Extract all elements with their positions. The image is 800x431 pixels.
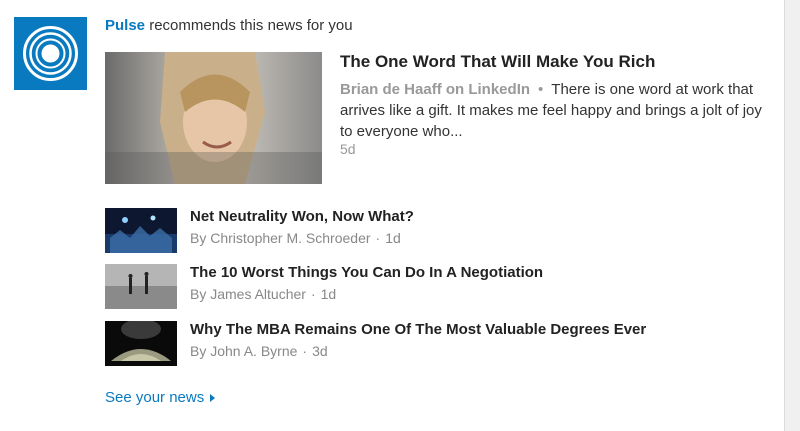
- article-age: 1d: [320, 286, 337, 302]
- meta-separator: ·: [302, 343, 308, 359]
- caret-right-icon: [210, 394, 216, 403]
- article-author[interactable]: By John A. Byrne: [190, 343, 297, 359]
- see-your-news-label[interactable]: See your news: [105, 389, 204, 406]
- list-item[interactable]: Why The MBA Remains One Of The Most Valu…: [105, 321, 765, 369]
- recommendation-header: Pulse recommends this news for you: [105, 17, 353, 34]
- article-title[interactable]: The 10 Worst Things You Can Do In A Nego…: [190, 264, 543, 281]
- featured-article-summary: Brian de Haaff on LinkedIn • There is one …: [340, 79, 770, 142]
- featured-article-image[interactable]: [105, 52, 322, 184]
- header-text: recommends this news for you: [149, 17, 353, 34]
- pulse-link[interactable]: Pulse: [105, 17, 145, 34]
- news-card: Pulse recommends this news for you The O…: [0, 0, 785, 431]
- separator-dot: •: [538, 81, 544, 98]
- article-title[interactable]: Net Neutrality Won, Now What?: [190, 208, 414, 225]
- article-meta: By John A. Byrne · 3d: [190, 343, 328, 359]
- pulse-logo-icon[interactable]: [14, 17, 87, 90]
- list-item[interactable]: Net Neutrality Won, Now What? By Christo…: [105, 208, 765, 256]
- article-meta: By James Altucher · 1d: [190, 286, 336, 302]
- meta-separator: ·: [375, 230, 381, 246]
- featured-article-age: 5d: [340, 141, 356, 157]
- article-age: 1d: [385, 230, 401, 246]
- article-meta: By Christopher M. Schroeder · 1d: [190, 230, 401, 246]
- see-your-news-link[interactable]: See your news: [105, 389, 216, 406]
- article-thumbnail[interactable]: [105, 208, 177, 253]
- meta-separator: ·: [310, 286, 316, 302]
- featured-article-author[interactable]: Brian de Haaff on LinkedIn: [340, 81, 530, 98]
- featured-article-title[interactable]: The One Word That Will Make You Rich: [340, 52, 655, 72]
- article-thumbnail[interactable]: [105, 321, 177, 366]
- list-item[interactable]: The 10 Worst Things You Can Do In A Nego…: [105, 264, 765, 312]
- article-age: 3d: [312, 343, 328, 359]
- article-author[interactable]: By Christopher M. Schroeder: [190, 230, 371, 246]
- article-author[interactable]: By James Altucher: [190, 286, 306, 302]
- article-thumbnail[interactable]: [105, 264, 177, 309]
- article-title[interactable]: Why The MBA Remains One Of The Most Valu…: [190, 321, 646, 338]
